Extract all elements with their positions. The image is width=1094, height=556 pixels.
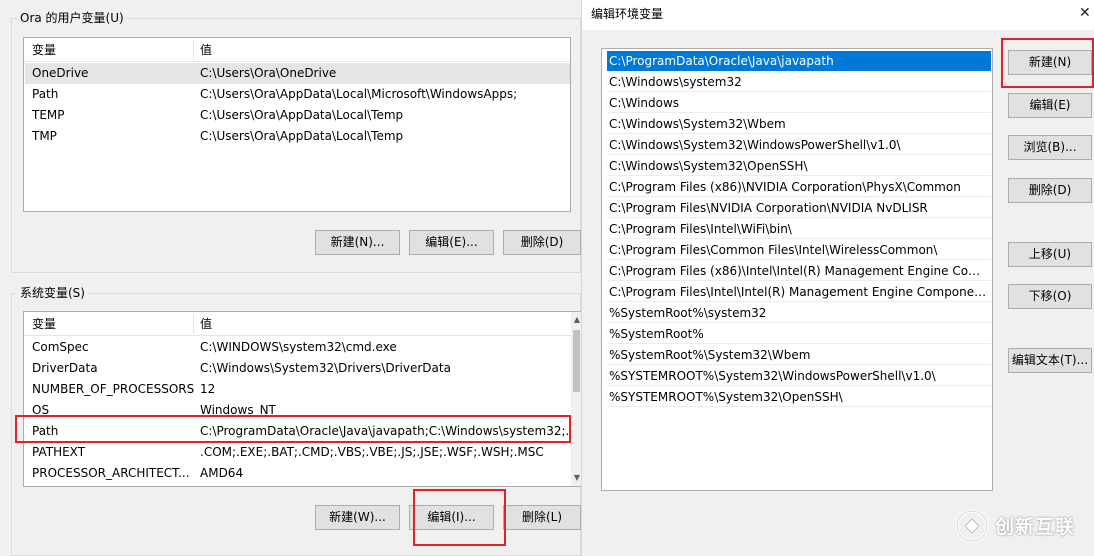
variable-name-cell: Path — [32, 87, 59, 101]
table-row[interactable]: OneDrive C:\Users\Ora\OneDrive — [25, 63, 570, 84]
column-header-variable[interactable]: 变量 — [26, 38, 56, 62]
variable-value-cell: C:\Users\Ora\OneDrive — [200, 66, 337, 80]
variable-value-cell: Windows_NT — [200, 403, 276, 417]
path-edit-button[interactable]: 编辑(E) — [1008, 93, 1092, 118]
path-entry[interactable]: C:\Windows\system32 — [607, 72, 991, 92]
variable-name-cell: DriverData — [32, 361, 98, 375]
variable-name-cell: ComSpec — [32, 340, 89, 354]
table-row[interactable]: TMP C:\Users\Ora\AppData\Local\Temp — [25, 126, 570, 147]
variable-value-cell: AMD64 — [200, 466, 244, 480]
variable-name-cell: OneDrive — [32, 66, 89, 80]
scroll-thumb[interactable] — [573, 330, 580, 392]
path-entry[interactable]: %SystemRoot%\System32\Wbem — [607, 345, 991, 365]
watermark-text: 创新互联 — [995, 516, 1076, 538]
path-entry[interactable]: C:\Program Files (x86)\NVIDIA Corporatio… — [607, 177, 991, 197]
table-row[interactable]: TEMP C:\Users\Ora\AppData\Local\Temp — [25, 105, 570, 126]
path-move-up-button[interactable]: 上移(U) — [1008, 242, 1092, 267]
path-entry[interactable]: C:\Windows\System32\Wbem — [607, 114, 991, 134]
user-variables-header: 变量 值 — [24, 38, 570, 62]
table-row[interactable]: NUMBER_OF_PROCESSORS 12 — [25, 379, 570, 400]
close-icon[interactable]: ✕ — [1079, 4, 1091, 22]
table-row[interactable]: DriverData C:\Windows\System32\Drivers\Dr… — [25, 358, 570, 379]
path-entries-list[interactable]: C:\ProgramData\Oracle\Java\javapath C:\Wi… — [601, 48, 993, 491]
path-browse-button[interactable]: 浏览(B)... — [1008, 135, 1092, 160]
system-variables-list[interactable]: 变量 值 ComSpec C:\WINDOWS\system32\cmd.exe D… — [23, 311, 583, 487]
path-entry[interactable]: C:\Program Files\Intel\WiFi\bin\ — [607, 219, 991, 239]
user-new-button[interactable]: 新建(N)... — [315, 230, 400, 255]
system-variables-header: 变量 值 — [24, 312, 582, 336]
column-header-value[interactable]: 值 — [194, 38, 212, 62]
variable-value-cell: C:\Windows\System32\Drivers\DriverData — [200, 361, 451, 375]
table-row[interactable]: PATHEXT .COM;.EXE;.BAT;.CMD;.VBS;.VBE;.JS… — [25, 442, 570, 463]
path-entry[interactable]: C:\Program Files\Common Files\Intel\Wire… — [607, 240, 991, 260]
variable-name-cell: TMP — [32, 129, 57, 143]
path-entry[interactable]: C:\Windows\System32\WindowsPowerShell\v1… — [607, 135, 991, 155]
variable-name-cell: Path — [32, 424, 59, 438]
path-entry[interactable]: C:\Program Files\Intel\Intel(R) Manageme… — [607, 282, 991, 302]
table-row[interactable]: Path C:\Users\Ora\AppData\Local\Microsoft… — [25, 84, 570, 105]
path-entry[interactable]: %SystemRoot% — [607, 324, 991, 344]
variable-name-cell: PROCESSOR_ARCHITECT... — [32, 466, 190, 480]
brand-logo-icon — [955, 509, 989, 543]
path-entry[interactable]: C:\Windows\System32\OpenSSH\ — [607, 156, 991, 176]
path-move-down-button[interactable]: 下移(O) — [1008, 284, 1092, 309]
dialog-title: 编辑环境变量 — [591, 7, 664, 21]
user-variables-list[interactable]: 变量 值 OneDrive C:\Users\Ora\OneDrive Path C:… — [23, 37, 571, 212]
table-row[interactable]: ComSpec C:\WINDOWS\system32\cmd.exe — [25, 337, 570, 358]
system-edit-button[interactable]: 编辑(I)... — [409, 505, 494, 530]
path-entry[interactable]: %SYSTEMROOT%\System32\OpenSSH\ — [607, 387, 991, 407]
column-header-variable[interactable]: 变量 — [26, 312, 56, 336]
table-row[interactable]: PROCESSOR_ARCHITECT... AMD64 — [25, 463, 570, 484]
table-row[interactable]: Path C:\ProgramData\Oracle\Java\javapath;… — [25, 421, 570, 442]
edit-env-dialog: 编辑环境变量 ✕ C:\ProgramData\Oracle\Java\java… — [581, 0, 1094, 556]
variable-value-cell: C:\Users\Ora\AppData\Local\Temp — [200, 108, 404, 122]
user-edit-button[interactable]: 编辑(E)... — [409, 230, 494, 255]
variable-value-cell: C:\WINDOWS\system32\cmd.exe — [200, 340, 397, 354]
watermark: 创新互联 — [955, 507, 1090, 547]
path-delete-button[interactable]: 删除(D) — [1008, 178, 1092, 203]
variable-name-cell: PATHEXT — [32, 445, 86, 459]
variable-value-cell: .COM;.EXE;.BAT;.CMD;.VBS;.VBE;.JS;.JSE;.… — [200, 445, 544, 459]
column-header-value[interactable]: 值 — [194, 312, 212, 336]
path-entry[interactable]: C:\Program Files (x86)\Intel\Intel(R) Ma… — [607, 261, 991, 281]
variable-value-cell: 12 — [200, 382, 216, 396]
path-new-button[interactable]: 新建(N) — [1008, 50, 1092, 75]
path-entry[interactable]: %SYSTEMROOT%\System32\WindowsPowerShell\… — [607, 366, 991, 386]
system-new-button[interactable]: 新建(W)... — [315, 505, 400, 530]
table-row[interactable]: OS Windows_NT — [25, 400, 570, 421]
dialog-titlebar[interactable]: 编辑环境变量 ✕ — [582, 0, 1094, 30]
variable-value-cell: C:\ProgramData\Oracle\Java\javapath;C:\W… — [200, 424, 568, 438]
system-delete-button[interactable]: 删除(L) — [503, 505, 581, 530]
path-entry[interactable]: %SystemRoot%\system32 — [607, 303, 991, 323]
variable-name-cell: OS — [32, 403, 50, 417]
user-variables-title: Ora 的用户变量(U) — [17, 11, 127, 25]
user-delete-button[interactable]: 删除(D) — [503, 230, 581, 255]
variable-name-cell: NUMBER_OF_PROCESSORS — [32, 382, 194, 396]
path-entry[interactable]: C:\Windows — [607, 93, 991, 113]
variable-name-cell: TEMP — [32, 108, 65, 122]
path-entry[interactable]: C:\Program Files\NVIDIA Corporation\NVID… — [607, 198, 991, 218]
system-variables-title: 系统变量(S) — [17, 286, 88, 300]
path-edit-text-button[interactable]: 编辑文本(T)... — [1008, 348, 1092, 373]
path-entry[interactable]: C:\ProgramData\Oracle\Java\javapath — [607, 51, 991, 71]
variable-value-cell: C:\Users\Ora\AppData\Local\Microsoft\Win… — [200, 87, 518, 101]
variable-value-cell: C:\Users\Ora\AppData\Local\Temp — [200, 129, 404, 143]
